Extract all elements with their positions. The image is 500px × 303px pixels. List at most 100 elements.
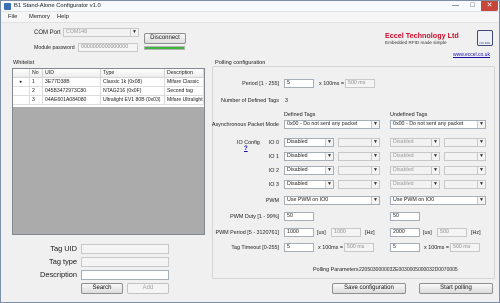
chevron-down-icon: ▼: [431, 181, 439, 188]
column-header-type[interactable]: Type: [101, 69, 165, 78]
chevron-down-icon: ▼: [371, 139, 379, 146]
close-icon[interactable]: ✕: [481, 1, 498, 11]
row-selector[interactable]: ▸: [13, 78, 30, 87]
table-cell-uid[interactable]: 3E77D38B: [43, 78, 101, 87]
table-cell-description[interactable]: Mifare Ultralight: [165, 96, 204, 105]
column-header-no[interactable]: No: [30, 69, 43, 78]
io2-undefined-value: Disabled: [393, 167, 414, 173]
module-password-field[interactable]: 0000000000000000: [78, 43, 138, 52]
io0-undefined-select[interactable]: Disabled ▼: [390, 138, 440, 147]
pwm-period-defined-unit: [us]: [317, 230, 326, 236]
row-selector[interactable]: [13, 87, 30, 96]
column-header-description[interactable]: Description: [165, 69, 204, 78]
io-row-label: IO 3: [268, 182, 279, 188]
async-mode-label: Asynchronous Packet Mode: [211, 122, 279, 128]
table-cell-type[interactable]: NTAG216 (0x0F): [101, 87, 165, 96]
chevron-down-icon: ▼: [325, 153, 333, 160]
io1-undefined-select[interactable]: Disabled ▼: [390, 152, 440, 161]
table-cell-description[interactable]: Second tag: [165, 87, 204, 96]
io3-defined-select[interactable]: Disabled ▼: [284, 180, 334, 189]
io0-defined-select[interactable]: Disabled ▼: [284, 138, 334, 147]
io2-defined-select[interactable]: Disabled ▼: [284, 166, 334, 175]
io-row-label: IO 2: [268, 168, 279, 174]
pwm-period-defined-hz-unit: [Hz]: [365, 230, 375, 236]
website-link[interactable]: www.eccel.co.uk: [453, 52, 490, 58]
tag-timeout-defined-unit: x 100ms =: [318, 245, 344, 251]
chevron-down-icon: ▼: [371, 197, 379, 204]
pwm-defined-select[interactable]: Use PWM on IO0 ▼: [284, 196, 380, 205]
menu-help[interactable]: Help: [57, 14, 69, 20]
iso-badge-text: ISO 9001: [479, 42, 491, 45]
tag-type-label: Tag type: [49, 257, 77, 266]
iso-badge: ISO 9001: [477, 30, 493, 46]
tag-timeout-defined-field[interactable]: 5: [284, 243, 314, 252]
defined-tags-count-value: 3: [285, 98, 288, 104]
table-cell-no[interactable]: 3: [30, 96, 43, 105]
pwm-duty-undefined-field[interactable]: 50: [390, 212, 420, 221]
io2-defined-extra-select[interactable]: ▼: [338, 166, 380, 175]
pwm-undefined-select[interactable]: Use PWM on IO0 ▼: [390, 196, 486, 205]
app-icon: [4, 3, 11, 10]
io3-defined-value: Disabled: [287, 181, 308, 187]
window-title: B1 Stand-Alone Configurator v1.0: [14, 3, 101, 9]
io0-undefined-value: Disabled: [393, 139, 414, 145]
table-cell-description[interactable]: Mifare Classic: [165, 78, 204, 87]
io1-defined-extra-select[interactable]: ▼: [338, 152, 380, 161]
start-polling-button[interactable]: Start polling: [419, 283, 493, 294]
table-cell-no[interactable]: 1: [30, 78, 43, 87]
io0-undefined-extra-select[interactable]: ▼: [444, 138, 486, 147]
disconnect-button[interactable]: Disconnect: [144, 33, 186, 44]
pwm-period-undefined-hz-unit: [Hz]: [471, 230, 481, 236]
io0-defined-value: Disabled: [287, 139, 308, 145]
period-field[interactable]: 5: [284, 79, 314, 88]
add-button[interactable]: Add: [127, 283, 169, 294]
table-cell-type[interactable]: Classic 1k (0x08): [101, 78, 165, 87]
menu-memory[interactable]: Memory: [29, 14, 50, 20]
tag-timeout-undefined-field[interactable]: 5: [390, 243, 420, 252]
chevron-down-icon: ▼: [477, 153, 485, 160]
io3-undefined-select[interactable]: Disabled ▼: [390, 180, 440, 189]
async-mode-undefined-select[interactable]: 0x00 - Do not sent any packet ▼: [390, 120, 486, 129]
chevron-down-icon: ▼: [477, 167, 485, 174]
column-header-uid[interactable]: UID: [43, 69, 101, 78]
maximize-icon[interactable]: □: [464, 1, 481, 11]
io3-defined-extra-select[interactable]: ▼: [338, 180, 380, 189]
table-cell-uid[interactable]: 04AE601A084080: [43, 96, 101, 105]
progress-fill: [145, 47, 184, 49]
save-configuration-button[interactable]: Save configuration: [332, 283, 406, 294]
io2-undefined-select[interactable]: Disabled ▼: [390, 166, 440, 175]
io3-undefined-extra-select[interactable]: ▼: [444, 180, 486, 189]
description-field[interactable]: [81, 270, 169, 280]
minimize-icon[interactable]: —: [447, 1, 464, 11]
pwm-duty-defined-field[interactable]: 50: [284, 212, 314, 221]
tag-uid-field[interactable]: [81, 244, 169, 254]
io1-defined-select[interactable]: Disabled ▼: [284, 152, 334, 161]
io-help-link[interactable]: ?: [244, 146, 248, 152]
io2-undefined-extra-select[interactable]: ▼: [444, 166, 486, 175]
pwm-label: PWM: [265, 198, 279, 204]
async-mode-defined-select[interactable]: 0x00 - Do not sent any packet ▼: [284, 120, 380, 129]
whitelist-table-body: No UID Type Description ▸ 1 3E77D38B Cla…: [13, 69, 204, 107]
tag-timeout-undefined-unit: x 100ms =: [424, 245, 450, 251]
defined-tags-count-label: Number of Defined Tags: [220, 98, 279, 104]
table-cell-uid[interactable]: 045B3472973C80: [43, 87, 101, 96]
description-label: Description: [40, 270, 77, 279]
tag-type-field[interactable]: [81, 257, 169, 267]
table-cell-type[interactable]: Ultralight EV1 80B (0x03): [101, 96, 165, 105]
tag-timeout-defined-result: 500 ms: [344, 243, 374, 252]
pwm-period-undefined-unit: [us]: [423, 230, 432, 236]
menu-file[interactable]: File: [8, 14, 17, 20]
com-port-select[interactable]: COM148 ▼: [63, 28, 139, 37]
polling-params-label: Polling Parameters: [313, 267, 359, 273]
whitelist-table[interactable]: No UID Type Description ▸ 1 3E77D38B Cla…: [12, 68, 205, 235]
io1-undefined-extra-select[interactable]: ▼: [444, 152, 486, 161]
table-cell-no[interactable]: 2: [30, 87, 43, 96]
chevron-down-icon: ▼: [477, 181, 485, 188]
search-button[interactable]: Search: [81, 283, 123, 294]
pwm-period-undefined-field[interactable]: 2000: [390, 228, 420, 237]
chevron-down-icon: ▼: [477, 121, 485, 128]
row-selector[interactable]: [13, 96, 30, 105]
pwm-period-defined-field[interactable]: 1000: [284, 228, 314, 237]
tag-uid-label: Tag UID: [50, 244, 77, 253]
io0-defined-extra-select[interactable]: ▼: [338, 138, 380, 147]
